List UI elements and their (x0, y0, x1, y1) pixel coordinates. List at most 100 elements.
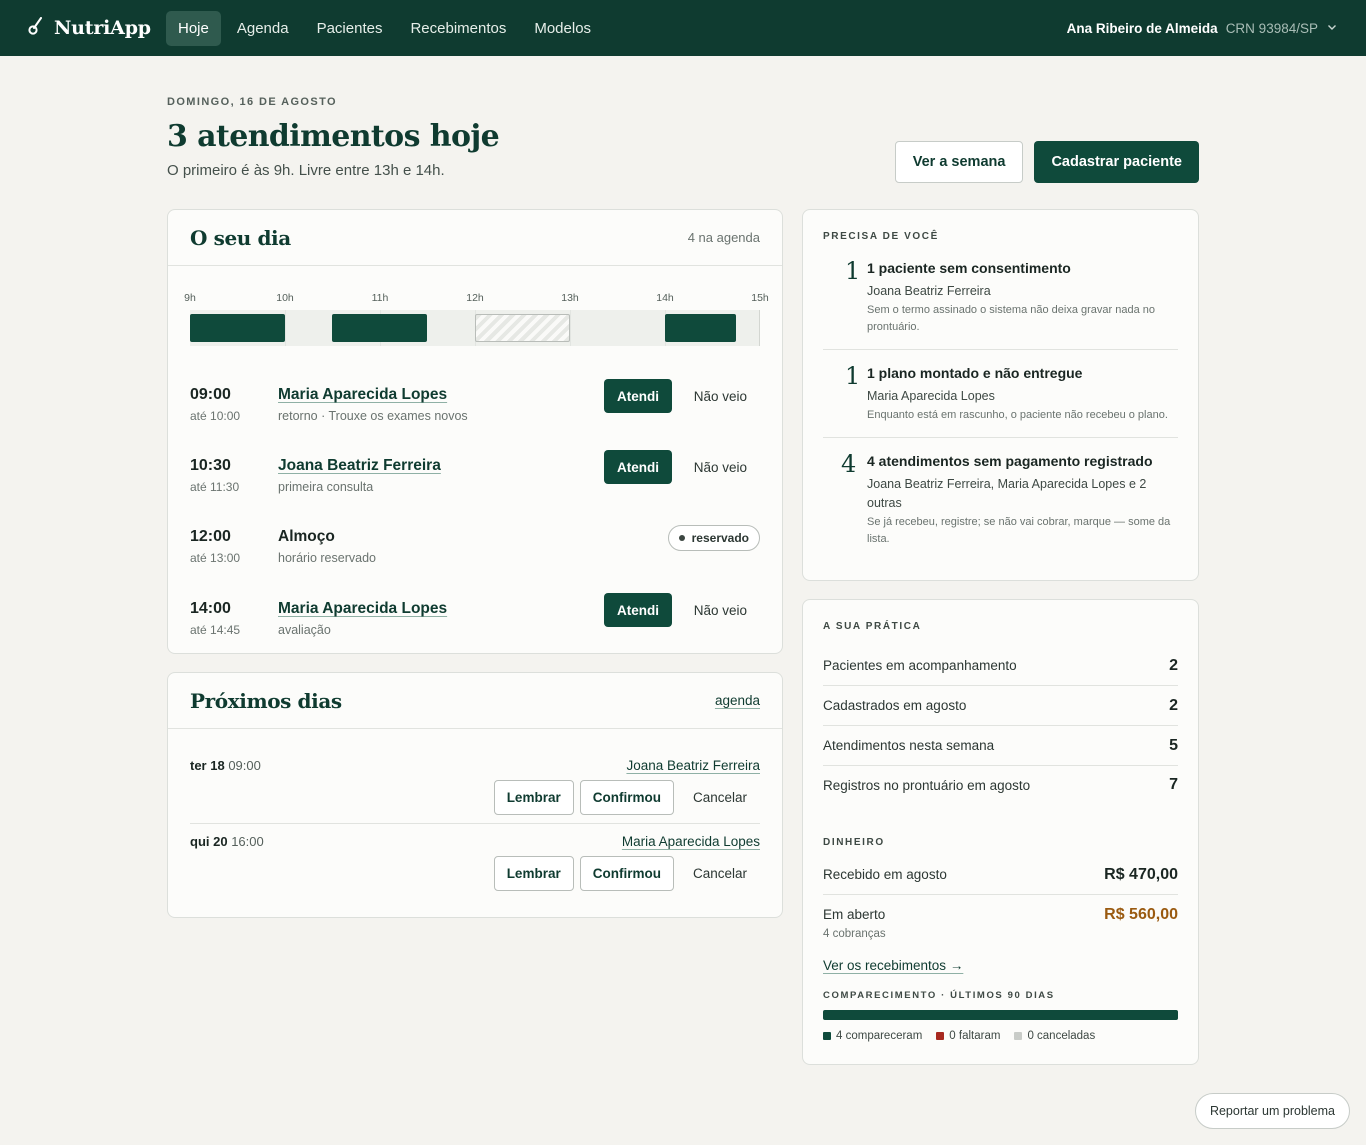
stat-label: Cadastrados em agosto (823, 698, 967, 713)
current-date: DOMINGO, 16 DE AGOSTO (167, 96, 337, 108)
upcoming-card: Próximos dias agenda ter 18 09:00 Joana … (167, 672, 783, 918)
main-nav: Hoje Agenda Pacientes Recebimentos Model… (166, 10, 603, 46)
upcoming-day: ter 18 (190, 758, 225, 773)
appointment-time: 12:00 (190, 528, 231, 545)
remind-button[interactable]: Lembrar (493, 780, 574, 815)
agenda-link[interactable]: agenda (715, 693, 760, 708)
attended-button[interactable]: Atendi (604, 593, 672, 627)
upcoming-patient-link[interactable]: Maria Aparecida Lopes (622, 834, 760, 849)
agenda-count: 4 na agenda (687, 230, 760, 245)
no-show-button[interactable]: Não veio (694, 450, 747, 484)
appointment-patient-link[interactable]: Maria Aparecida Lopes (278, 600, 447, 618)
no-show-button[interactable]: Não veio (694, 379, 747, 413)
timeline-reserved-block (475, 314, 570, 342)
appointment-time: 10:30 (190, 457, 231, 474)
appointment-time: 14:00 (190, 600, 231, 617)
app-logo-icon (28, 16, 44, 40)
open-value: R$ 560,00 (1104, 906, 1178, 923)
timeline-hour-label: 10h (276, 292, 294, 304)
nav-item-hoje[interactable]: Hoje (166, 10, 221, 46)
appointment-row: 10:30 até 11:30 Joana Beatriz Ferreira p… (190, 450, 760, 513)
confirmed-button[interactable]: Confirmou (579, 856, 674, 891)
cancel-button[interactable]: Cancelar (680, 780, 760, 815)
stat-value: 7 (1169, 776, 1178, 793)
no-show-button[interactable]: Não veio (694, 593, 747, 627)
need-item[interactable]: 4 4 atendimentos sem pagamento registrad… (803, 450, 1178, 563)
register-patient-button[interactable]: Cadastrar paciente (1034, 141, 1199, 183)
need-item[interactable]: 1 1 paciente sem consentimento Joana Bea… (803, 257, 1178, 350)
need-title: 1 paciente sem consentimento (867, 260, 1071, 276)
nav-item-pacientes[interactable]: Pacientes (305, 11, 395, 46)
stat-label: Pacientes em acompanhamento (823, 658, 1017, 673)
need-note: Enquanto está em rascunho, o paciente nã… (867, 409, 1168, 421)
legend-label: 0 canceladas (1027, 1030, 1096, 1042)
need-count: 4 (841, 450, 857, 478)
nav-item-recebimentos[interactable]: Recebimentos (398, 11, 518, 46)
appointment-row: 12:00 até 13:00 Almoço horário reservado… (190, 525, 760, 584)
brand[interactable]: NutriApp (28, 16, 168, 40)
timeline-appointment-block[interactable] (665, 314, 736, 342)
timeline-appointment-block[interactable] (332, 314, 427, 342)
upcoming-datetime: qui 20 16:00 (190, 834, 264, 849)
receipts-link[interactable]: Ver os recebimentos → (823, 958, 963, 973)
nav-item-modelos[interactable]: Modelos (522, 11, 603, 46)
legend-swatch (823, 1032, 831, 1040)
legend-item: 0 canceladas (1014, 1030, 1095, 1042)
upcoming-row: ter 18 09:00 Joana Beatriz Ferreira Lemb… (190, 758, 760, 818)
attendance-bar (823, 1010, 1178, 1020)
page-header: DOMINGO, 16 DE AGOSTO 3 atendimentos hoj… (167, 96, 1199, 183)
appointment-row: 14:00 até 14:45 Maria Aparecida Lopes av… (190, 593, 760, 656)
view-week-button[interactable]: Ver a semana (894, 141, 1024, 183)
need-note: Se já recebeu, registre; se não vai cobr… (867, 516, 1171, 545)
confirmed-button[interactable]: Confirmou (579, 780, 674, 815)
attended-button[interactable]: Atendi (604, 379, 672, 413)
need-title: 4 atendimentos sem pagamento registrado (867, 453, 1153, 469)
need-patients: Joana Beatriz Ferreira, Maria Aparecida … (867, 477, 1147, 510)
timeline-hour-label: 9h (184, 292, 196, 304)
upcoming-datetime: ter 18 09:00 (190, 758, 261, 773)
need-patients: Joana Beatriz Ferreira (867, 284, 991, 298)
appointment-description: retorno · Trouxe os exames novos (278, 409, 468, 423)
need-title: 1 plano montado e não entregue (867, 365, 1083, 381)
remind-button[interactable]: Lembrar (493, 856, 574, 891)
attended-button[interactable]: Atendi (604, 450, 672, 484)
timeline-hour-label: 13h (561, 292, 579, 304)
user-name: Ana Ribeiro de Almeida (1066, 20, 1218, 36)
upcoming-card-title: Próximos dias (190, 688, 342, 713)
stat-row: Registros no prontuário em agosto 7 (823, 765, 1178, 805)
appointment-end: até 13:00 (190, 551, 241, 565)
appointment-row: 09:00 até 10:00 Maria Aparecida Lopes re… (190, 379, 760, 442)
money-section-label: DINHEIRO (823, 837, 885, 848)
stat-label: Atendimentos nesta semana (823, 738, 995, 753)
appointment-patient-link[interactable]: Joana Beatriz Ferreira (278, 457, 441, 475)
attendance-legend: 4 compareceram 0 faltaram 0 canceladas (823, 1030, 1095, 1042)
stat-value: 5 (1169, 736, 1178, 754)
stat-row: Pacientes em acompanhamento 2 (823, 646, 1178, 686)
upcoming-time: 09:00 (228, 758, 261, 773)
timeline-appointment-block[interactable] (190, 314, 285, 342)
cancel-button[interactable]: Cancelar (680, 856, 760, 891)
app-name: NutriApp (54, 17, 151, 39)
day-card: O seu dia 4 na agenda 9h 10h 11h 12h 13h… (167, 209, 783, 654)
legend-label: 0 faltaram (949, 1030, 1001, 1042)
report-problem-button[interactable]: Reportar um problema (1194, 1093, 1350, 1129)
appointment-time: 09:00 (190, 386, 231, 403)
chevron-down-icon (1326, 21, 1338, 36)
legend-item: 0 faltaram (936, 1030, 1000, 1042)
need-count: 1 (845, 362, 861, 390)
need-count: 1 (845, 257, 861, 285)
legend-swatch (936, 1032, 945, 1040)
upcoming-patient-link[interactable]: Joana Beatriz Ferreira (626, 758, 760, 773)
appointment-patient-link[interactable]: Maria Aparecida Lopes (278, 386, 447, 404)
nav-item-agenda[interactable]: Agenda (225, 11, 301, 46)
appointment-title: Almoço (278, 528, 335, 545)
timeline-track (190, 310, 760, 346)
appointment-description: primeira consulta (278, 480, 374, 494)
need-item[interactable]: 1 1 plano montado e não entregue Maria A… (803, 362, 1178, 435)
user-menu[interactable]: Ana Ribeiro de Almeida CRN 93984/SP (1067, 21, 1338, 36)
timeline-hour-label: 12h (466, 292, 484, 304)
practice-section-label: A SUA PRÁTICA (823, 621, 922, 632)
status-dot-icon (678, 535, 685, 541)
appointment-end: até 10:00 (190, 409, 241, 423)
needs-card: PRECISA DE VOCÊ 1 1 paciente sem consent… (802, 209, 1199, 581)
